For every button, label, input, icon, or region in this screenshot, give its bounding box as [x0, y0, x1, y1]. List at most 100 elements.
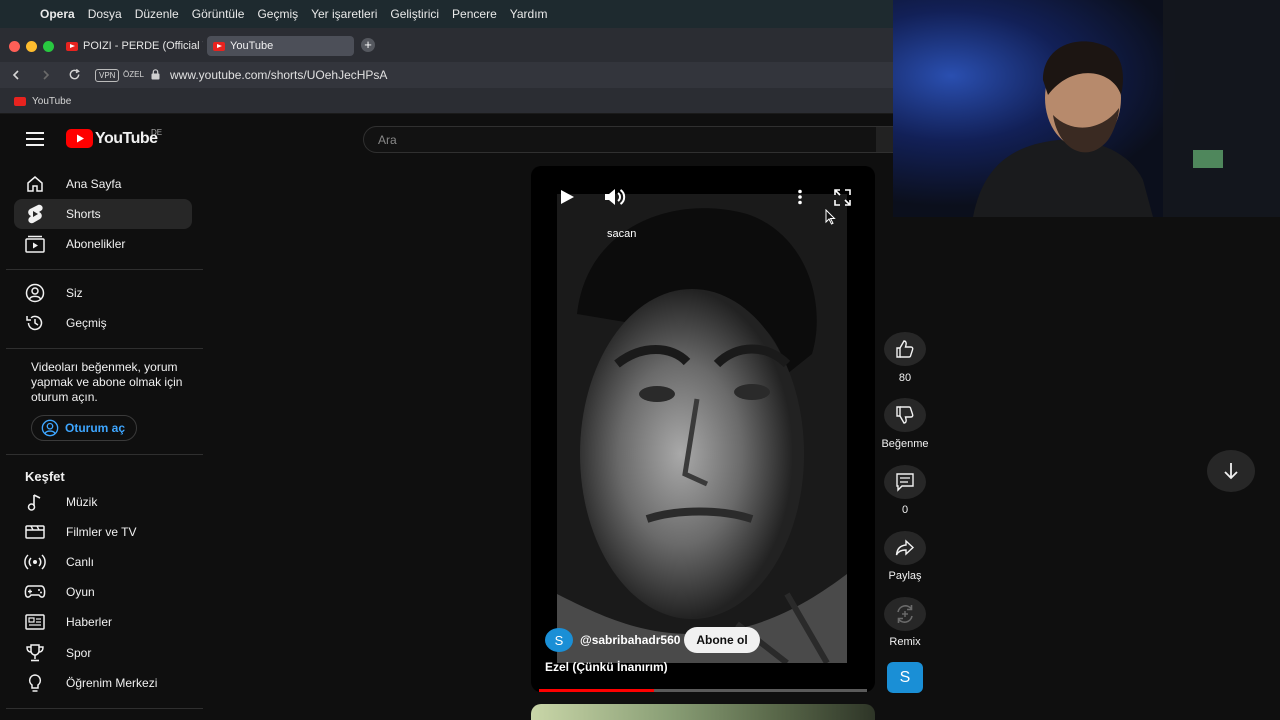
new-tab-button[interactable]: + [361, 38, 375, 52]
user-circle-icon [24, 282, 46, 304]
remix-button[interactable] [884, 597, 926, 631]
sidebar-divider [6, 348, 203, 349]
region-code: DE [151, 128, 163, 137]
remix-label: Remix [889, 636, 921, 648]
lock-icon [151, 69, 160, 80]
address-bar: VPN ÖZEL www.youtube.com/shorts/UOehJecH… [0, 62, 893, 88]
mouse-cursor-icon [825, 209, 836, 225]
sidebar-item-label: Geçmiş [66, 316, 107, 330]
back-icon[interactable] [10, 69, 22, 81]
comment-count: 0 [901, 504, 909, 516]
sidebar-item-label: Abonelikler [66, 237, 126, 251]
youtube-logo-text: YouTube [95, 129, 158, 147]
sidebar-item-home[interactable]: Ana Sayfa [14, 169, 192, 199]
short-title[interactable]: Ezel (Çünkü İnanırım) [545, 660, 668, 674]
sidebar-item-label: Canlı [66, 555, 95, 569]
menu-duzenle[interactable]: Düzenle [135, 7, 179, 21]
sidebar-item-label: Haberler [66, 615, 113, 629]
sidebar-item-label: Müzik [66, 495, 98, 509]
close-window-button[interactable] [9, 41, 20, 52]
gamepad-icon [24, 581, 46, 603]
sidebar-divider [6, 269, 203, 270]
next-short-preview[interactable] [531, 704, 875, 720]
subscribe-button[interactable]: Abone ol [684, 627, 760, 653]
music-note-icon [24, 491, 46, 513]
video-caption-overlay: sacan [607, 228, 637, 240]
like-count: 80 [898, 372, 912, 384]
user-circle-icon [41, 419, 59, 437]
youtube-logo[interactable]: YouTube [66, 129, 158, 148]
thumbs-up-icon [896, 340, 914, 358]
forward-icon[interactable] [40, 69, 52, 81]
sidebar-item-shorts[interactable]: Shorts [14, 199, 192, 229]
sidebar-item-gaming[interactable]: Oyun [14, 577, 192, 607]
reload-icon[interactable] [68, 68, 81, 81]
sidebar-item-music[interactable]: Müzik [14, 487, 192, 517]
next-short-button[interactable] [1207, 450, 1255, 492]
menu-yardim[interactable]: Yardım [510, 7, 548, 21]
vpn-badge[interactable]: VPN [95, 69, 120, 82]
tab-title: POIZI - PERDE (Official V [83, 40, 203, 52]
url-text[interactable]: www.youtube.com/shorts/UOehJecHPsA [170, 68, 387, 82]
menu-gelistirici[interactable]: Geliştirici [390, 7, 439, 21]
subscriptions-icon [24, 233, 46, 255]
explore-heading: Keşfet [25, 469, 65, 484]
signin-button[interactable]: Oturum aç [31, 415, 137, 441]
remix-icon [897, 605, 913, 623]
shorts-icon [24, 203, 46, 225]
tab-title: YouTube [230, 40, 274, 52]
sidebar-item-live[interactable]: Canlı [14, 547, 192, 577]
channel-avatar[interactable]: S [545, 628, 573, 652]
webcam-person-image [893, 0, 1280, 217]
search-input[interactable]: Ara [363, 126, 877, 153]
video-progress-fill [539, 689, 654, 692]
fullscreen-icon[interactable] [834, 189, 851, 206]
sidebar-item-label: Spor [66, 646, 92, 660]
menu-yer-isaretleri[interactable]: Yer işaretleri [311, 7, 377, 21]
short-video-image [557, 194, 847, 663]
comments-button[interactable] [884, 465, 926, 499]
tab-poizi[interactable]: POIZI - PERDE (Official V [60, 36, 203, 56]
sidebar-item-label: Siz [66, 286, 83, 300]
dislike-button[interactable] [884, 398, 926, 432]
more-vertical-icon[interactable] [797, 189, 803, 205]
sidebar-item-you[interactable]: Siz [14, 278, 192, 308]
history-icon [24, 312, 46, 334]
share-button[interactable] [884, 531, 926, 565]
menu-pencere[interactable]: Pencere [452, 7, 497, 21]
menu-app-name[interactable]: Opera [40, 7, 75, 21]
zoom-window-button[interactable] [43, 41, 54, 52]
lightbulb-icon [24, 672, 46, 694]
sidebar-item-label: Filmler ve TV [66, 525, 137, 539]
bookmark-youtube[interactable]: YouTube [14, 96, 71, 107]
short-video-frame [557, 194, 847, 663]
search-button[interactable] [876, 126, 893, 153]
thumbs-down-icon [896, 406, 914, 424]
sidebar-item-learning[interactable]: Öğrenim Merkezi [14, 668, 192, 698]
comment-icon [896, 473, 914, 492]
channel-handle[interactable]: @sabribahadr560 [580, 633, 680, 647]
channel-avatar-button[interactable]: S [887, 662, 923, 693]
search-placeholder: Ara [378, 133, 397, 147]
menu-goruntule[interactable]: Görüntüle [192, 7, 245, 21]
sidebar-divider [6, 708, 203, 709]
youtube-favicon-icon [14, 97, 26, 106]
signin-button-label: Oturum aç [65, 421, 126, 435]
sidebar-item-news[interactable]: Haberler [14, 607, 192, 637]
volume-icon[interactable] [604, 187, 626, 207]
sidebar-item-history[interactable]: Geçmiş [14, 308, 192, 338]
sidebar-item-label: Oyun [66, 585, 95, 599]
menu-dosya[interactable]: Dosya [88, 7, 122, 21]
sidebar-item-sports[interactable]: Spor [14, 638, 192, 668]
tab-youtube[interactable]: YouTube [207, 36, 354, 56]
hamburger-menu-icon[interactable] [26, 132, 44, 146]
sidebar-item-movies[interactable]: Filmler ve TV [14, 517, 192, 547]
minimize-window-button[interactable] [26, 41, 37, 52]
sidebar-item-label: Öğrenim Merkezi [66, 676, 158, 690]
like-button[interactable] [884, 332, 926, 366]
sidebar-item-subscriptions[interactable]: Abonelikler [14, 229, 192, 259]
private-badge: ÖZEL [123, 70, 144, 79]
menu-gecmis[interactable]: Geçmiş [257, 7, 298, 21]
play-icon[interactable] [559, 189, 575, 205]
video-progress-bar[interactable] [539, 689, 867, 692]
